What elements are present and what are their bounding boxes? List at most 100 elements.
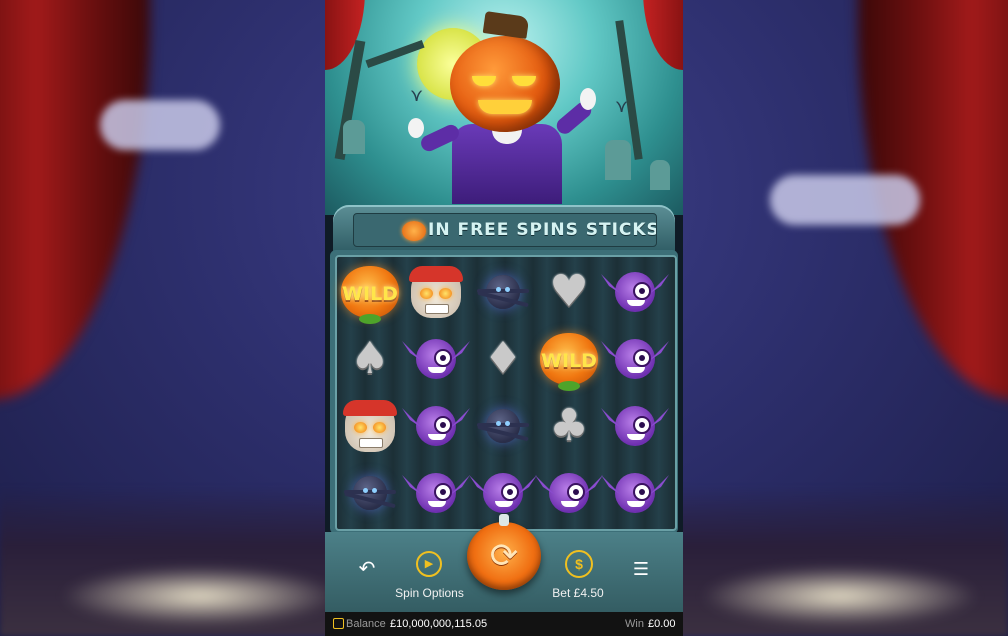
curtain-right [643, 0, 683, 70]
bet-coin-icon[interactable]: $ [565, 550, 593, 578]
bat-wing-r [450, 408, 470, 428]
tombstone [343, 120, 365, 154]
bat-symbol [402, 339, 470, 379]
menu-button[interactable]: ☰ [629, 559, 653, 583]
bat-eye [633, 483, 651, 501]
bat-symbol [601, 339, 669, 379]
bat-wing-r [649, 274, 669, 294]
spider-symbol [477, 409, 529, 443]
bat-mouth [561, 501, 579, 507]
skull-e2 [373, 422, 386, 433]
bat-mouth [495, 501, 513, 507]
bat-wing-l [601, 408, 621, 428]
banner-marquee: IN FREE SPINS STICKS A [353, 213, 657, 247]
bat-symbol [535, 473, 603, 513]
bat-wing-l [402, 408, 422, 428]
curtain-left [0, 0, 150, 400]
bat-eye [434, 416, 452, 434]
back-button[interactable]: ↶ [355, 556, 379, 580]
reel-cell: ♥ [536, 259, 602, 325]
bet-value: £4.50 [573, 586, 604, 600]
spider-eye [363, 488, 368, 493]
cloud [100, 100, 220, 150]
pumpkin-leaf [558, 381, 580, 391]
host-eye [512, 76, 536, 86]
spin-options-icon[interactable]: ▶ [416, 551, 442, 577]
bat-mouth [627, 300, 645, 306]
bat-mouth [627, 434, 645, 440]
spade-symbol: ♠ [350, 333, 390, 384]
bat-wing-r [583, 475, 603, 495]
host-eye [472, 76, 496, 86]
bat-mouth [428, 501, 446, 507]
wild-label: WILD [342, 283, 398, 305]
spider-eye [505, 421, 510, 426]
skull-e1 [420, 288, 433, 299]
win-value: £0.00 [648, 618, 676, 630]
host-pumpkin-head [450, 36, 560, 132]
wallet-icon [333, 618, 344, 629]
spider-eye [372, 488, 377, 493]
bat-wing-r [450, 475, 470, 495]
spider-eye [496, 287, 501, 292]
tree [615, 20, 643, 160]
bat-eye [434, 483, 452, 501]
host-mouth [478, 100, 532, 114]
stage-glow [700, 566, 980, 626]
reel-cell [601, 259, 669, 325]
reel-cell: ♣ [536, 393, 602, 459]
bat-symbol [402, 406, 470, 446]
skull-band [409, 266, 463, 282]
win-label: Win [625, 618, 644, 630]
spider-symbol [477, 275, 529, 309]
diamond-symbol: ♦ [483, 333, 523, 384]
wild-pumpkin-symbol: WILD [341, 266, 399, 324]
spin-options-label[interactable]: Spin Options [387, 586, 472, 600]
bat-symbol [402, 473, 470, 513]
pumpkin-icon [402, 221, 426, 241]
reel-cell [535, 460, 603, 526]
pumpkin-host [408, 11, 596, 204]
bat-symbol [601, 272, 669, 312]
tombstone [650, 160, 670, 190]
bat-symbol [601, 406, 669, 446]
host-glove [580, 88, 596, 110]
bat-eye [434, 349, 452, 367]
spin-button[interactable]: ⟳ [467, 514, 541, 590]
bat-wing-l [601, 274, 621, 294]
wild-pumpkin-symbol: WILD [540, 333, 598, 391]
reel-cell: WILD [337, 259, 403, 325]
bat-wing-l [402, 341, 422, 361]
skull-symbol [343, 400, 397, 452]
tree [365, 39, 425, 69]
bet-display[interactable]: Bet £4.50 [543, 586, 613, 600]
host-glove [408, 118, 424, 138]
reel-cell [470, 393, 536, 459]
bat-wing-r [649, 341, 669, 361]
skull-teeth [425, 304, 449, 314]
bat-mouth [627, 501, 645, 507]
reel-cell: ♠ [337, 326, 403, 392]
skull-e2 [439, 288, 452, 299]
heart-symbol: ♥ [549, 266, 589, 317]
wild-label: WILD [541, 350, 597, 372]
balance-label: Balance [346, 618, 386, 630]
pumpkin-leaf [359, 314, 381, 324]
skull-symbol [409, 266, 463, 318]
reel-cell [337, 460, 403, 526]
reel-cell [601, 326, 669, 392]
bat-icon: ⋎ [410, 85, 424, 106]
reel-cell [402, 393, 470, 459]
game-window: ⋎ ⋎ IN FREE SPINS STICKS A WILD ♥ ♠ ♦ WILD ♣ … [325, 0, 683, 636]
bat-icon: ⋎ [615, 96, 629, 117]
tombstone [605, 140, 631, 180]
bat-eye [633, 282, 651, 300]
spider-eye [505, 287, 510, 292]
balance-value: £10,000,000,115.05 [390, 618, 488, 630]
status-bar: Balance £10,000,000,115.05 Win £0.00 [325, 612, 683, 636]
reel-cell [402, 460, 470, 526]
reel-cell: WILD [536, 326, 602, 392]
info-banner: IN FREE SPINS STICKS A [333, 205, 675, 255]
bat-wing-l [535, 475, 555, 495]
scene-artwork: ⋎ ⋎ [325, 0, 683, 215]
